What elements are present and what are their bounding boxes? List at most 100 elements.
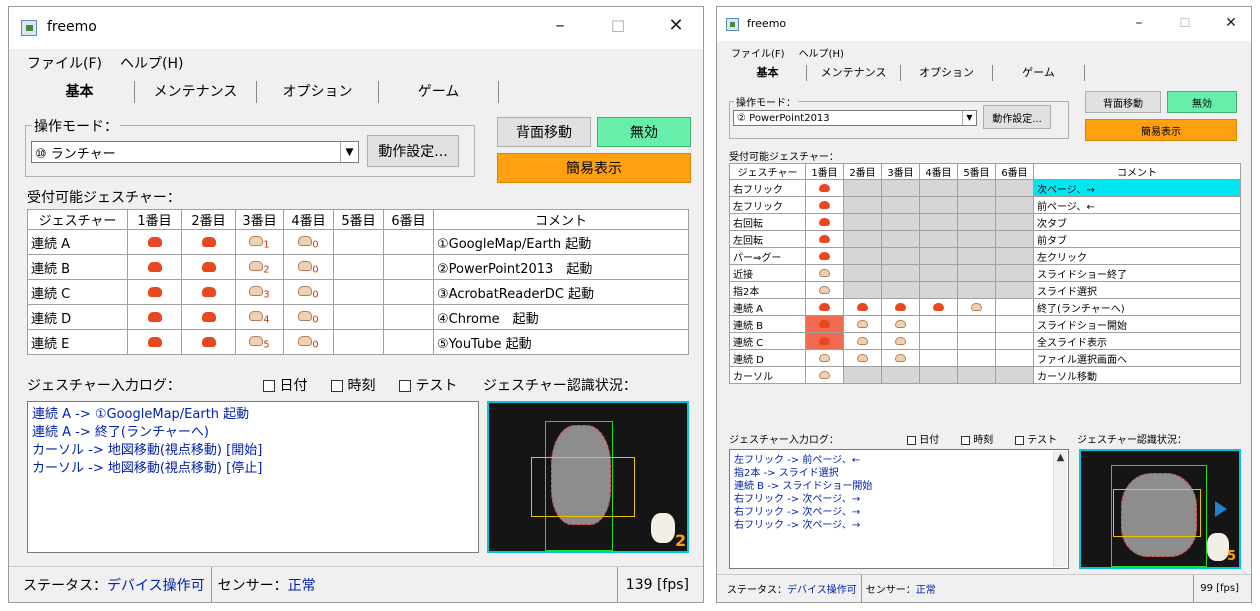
gesture-step-cell xyxy=(127,329,182,355)
gestures-label: 受付可能ジェスチャー： xyxy=(729,152,839,163)
table-row[interactable]: 右回転 次タブ xyxy=(729,213,1241,231)
tab-game[interactable]: ゲーム xyxy=(993,65,1085,81)
column-header: ジェスチャー xyxy=(27,209,128,230)
test-checkbox[interactable]: テスト xyxy=(1015,431,1057,446)
table-row[interactable]: 連続 D ファイル選択画面へ xyxy=(729,349,1241,367)
checkbox-box[interactable] xyxy=(1015,435,1024,445)
maximize-button[interactable]: ☐ xyxy=(603,17,633,36)
tab-options[interactable]: オプション xyxy=(257,81,379,103)
time-checkbox[interactable]: 時刻 xyxy=(961,431,993,446)
table-row[interactable]: 左フリック 前ページ、← xyxy=(729,196,1241,214)
table-row[interactable]: 連続 C 3 0 ③AcrobatReaderDC 起動 xyxy=(27,279,689,305)
gesture-step-cell xyxy=(919,298,958,316)
checkbox-box[interactable] xyxy=(331,380,343,392)
tab-basic[interactable]: 基本 xyxy=(729,65,807,81)
gesture-step-cell xyxy=(919,247,958,265)
table-row[interactable]: 連続 A 終了(ランチャーへ) xyxy=(729,298,1241,316)
table-row[interactable]: 近接 スライドショー終了 xyxy=(729,264,1241,282)
table-row[interactable]: 右フリック 次ページ、→ xyxy=(729,179,1241,197)
menu-file[interactable]: ファイル(F) xyxy=(27,53,102,73)
table-row[interactable]: 連続 D 4 0 ④Chrome 起動 xyxy=(27,304,689,330)
checkbox-box[interactable] xyxy=(907,435,916,445)
gesture-table: ジェスチャー 1番目 2番目 3番目 4番目 5番目 6番目 コメント 右フリック 次ページ、→… xyxy=(729,163,1241,384)
bg-move-button[interactable]: 背面移動 xyxy=(497,117,591,147)
tab-options[interactable]: オプション xyxy=(901,65,993,81)
gesture-step-cell xyxy=(957,349,996,367)
close-button[interactable]: ✕ xyxy=(1219,15,1243,31)
gesture-name-cell: 右回転 xyxy=(729,213,806,231)
gesture-step-cell xyxy=(995,298,1034,316)
table-row[interactable]: カーソル カーソル移動 xyxy=(729,366,1241,384)
checkbox-box[interactable] xyxy=(961,435,970,445)
gesture-name-cell: 連続 A xyxy=(27,229,128,255)
gesture-step-cell xyxy=(333,254,384,280)
table-row[interactable]: 連続 C 全スライド表示 xyxy=(729,332,1241,350)
minimize-button[interactable]: – xyxy=(545,15,575,36)
gesture-step-cell xyxy=(919,230,958,248)
simple-view-button[interactable]: 簡易表示 xyxy=(497,153,691,183)
gesture-table: ジェスチャー 1番目 2番目 3番目 4番目 5番目 6番目 コメント 連続 A 1 0 ①Goog… xyxy=(27,209,689,355)
table-row[interactable]: 連続 E 5 0 ⑤YouTube 起動 xyxy=(27,329,689,355)
time-checkbox[interactable]: 時刻 xyxy=(331,375,375,395)
checkbox-box[interactable] xyxy=(263,380,275,392)
log-scrollbar[interactable]: ▲ xyxy=(1053,451,1067,567)
minimize-button[interactable]: – xyxy=(1127,15,1151,31)
log-label: ジェスチャー入力ログ： xyxy=(27,378,181,394)
tab-strip: 基本 メンテナンス オプション ゲーム xyxy=(25,81,499,103)
operation-mode-select[interactable]: ② PowerPoint2013 ▼ xyxy=(733,110,977,126)
tab-maintenance[interactable]: メンテナンス xyxy=(807,65,901,81)
gesture-step-number: 0 xyxy=(312,239,319,251)
test-checkbox[interactable]: テスト xyxy=(399,375,457,395)
op-settings-button[interactable]: 動作設定... xyxy=(367,135,459,167)
date-checkbox[interactable]: 日付 xyxy=(263,375,307,395)
gesture-step-cell xyxy=(181,279,236,305)
menu-help[interactable]: ヘルプ(H) xyxy=(120,53,183,73)
operation-mode-select[interactable]: ⑩ ランチャー ▼ xyxy=(31,141,359,163)
chevron-down-icon[interactable]: ▼ xyxy=(962,111,976,125)
gesture-step-cell xyxy=(805,179,844,197)
gesture-step-cell xyxy=(957,213,996,231)
hand-gesture-icon xyxy=(819,234,830,243)
gesture-step-cell xyxy=(995,247,1034,265)
table-row[interactable]: 連続 A 1 0 ①GoogleMap/Earth 起動 xyxy=(27,229,689,255)
chevron-down-icon[interactable]: ▼ xyxy=(340,142,358,162)
menu-help[interactable]: ヘルプ(H) xyxy=(799,45,844,60)
comment-cell: ④Chrome 起動 xyxy=(433,304,689,330)
gesture-log[interactable]: 連続 A -> ①GoogleMap/Earth 起動 連続 A -> 終了(ラン… xyxy=(27,401,479,553)
table-row[interactable]: 連続 B スライドショー開始 xyxy=(729,315,1241,333)
tab-game[interactable]: ゲーム xyxy=(379,81,499,103)
hand-gesture-icon xyxy=(249,310,264,321)
table-row[interactable]: 指2本 スライド選択 xyxy=(729,281,1241,299)
comment-cell: ⑤YouTube 起動 xyxy=(433,329,689,355)
gesture-step-cell xyxy=(805,247,844,265)
simple-view-button[interactable]: 簡易表示 xyxy=(1085,119,1237,141)
close-button[interactable]: ✕ xyxy=(661,15,691,36)
sensor-value: 正常 xyxy=(915,585,936,596)
menu-bar: ファイル(F) ヘルプ(H) xyxy=(9,53,703,73)
maximize-button[interactable]: ☐ xyxy=(1173,16,1197,30)
gesture-step-cell xyxy=(843,213,882,231)
checkbox-box[interactable] xyxy=(399,380,411,392)
op-settings-button[interactable]: 動作設定... xyxy=(983,105,1051,129)
gesture-step-cell xyxy=(995,196,1034,214)
table-row[interactable]: パー⇒グー 左クリック xyxy=(729,247,1241,265)
date-checkbox[interactable]: 日付 xyxy=(907,431,939,446)
log-entry: 右フリック -> 次ページ、→ xyxy=(734,494,861,505)
table-row[interactable]: 連続 B 2 0 ②PowerPoint2013 起動 xyxy=(27,254,689,280)
disable-button[interactable]: 無効 xyxy=(1167,91,1237,113)
gesture-step-cell xyxy=(957,179,996,197)
gesture-step-cell xyxy=(383,229,434,255)
status-label: ステータス： xyxy=(727,585,787,596)
gesture-step-cell xyxy=(843,315,882,333)
menu-file[interactable]: ファイル(F) xyxy=(731,45,785,60)
bg-move-button[interactable]: 背面移動 xyxy=(1085,91,1161,113)
hand-gesture-icon xyxy=(819,183,830,192)
disable-button[interactable]: 無効 xyxy=(597,117,691,147)
gesture-log[interactable]: ▲ 左フリック -> 前ページ、← 指2本 -> スライド選択 連続 B -> スラ… xyxy=(729,449,1069,569)
gesture-step-cell xyxy=(957,281,996,299)
hand-gesture-icon xyxy=(895,302,906,311)
table-row[interactable]: 左回転 前タブ xyxy=(729,230,1241,248)
status-bar: ステータス： デバイス操作可 センサー： 正常 99 [fps] xyxy=(717,574,1251,602)
tab-basic[interactable]: 基本 xyxy=(25,81,135,103)
tab-maintenance[interactable]: メンテナンス xyxy=(135,81,257,103)
